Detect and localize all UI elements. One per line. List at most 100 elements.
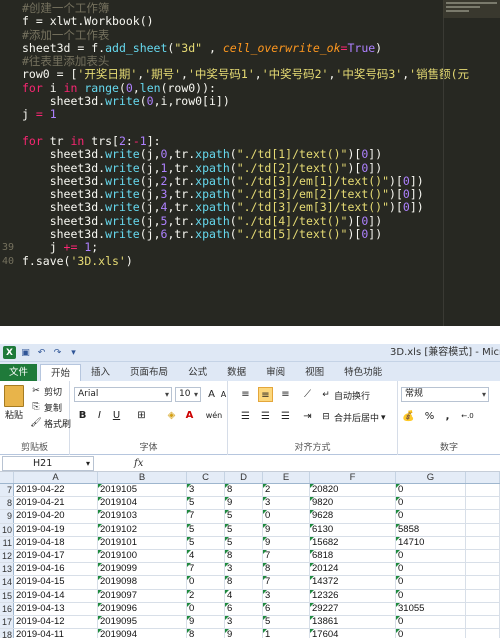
row-header[interactable]: 10 xyxy=(0,523,14,536)
column-header[interactable]: G xyxy=(396,472,466,483)
cell[interactable]: 2019097 xyxy=(98,589,187,602)
cell[interactable]: 2019-04-11 xyxy=(14,629,98,638)
cell[interactable]: 0 xyxy=(396,629,466,638)
cell[interactable]: 29227 xyxy=(310,602,396,615)
tab-view[interactable]: 视图 xyxy=(295,364,334,381)
cell[interactable]: 12326 xyxy=(310,589,396,602)
cell[interactable]: 9 xyxy=(225,629,263,638)
cell[interactable]: 2019099 xyxy=(98,563,187,576)
cell[interactable]: 0 xyxy=(396,615,466,629)
cell[interactable]: 2019-04-16 xyxy=(14,563,98,576)
cell[interactable]: 2019-04-18 xyxy=(14,536,98,549)
phonetic-button[interactable]: wén xyxy=(204,408,224,423)
align-center-button[interactable]: ☰ xyxy=(258,409,273,424)
cell[interactable]: 9 xyxy=(225,497,263,510)
customize-toolbar-icon[interactable]: ▾ xyxy=(67,346,80,359)
align-middle-button[interactable]: ≡ xyxy=(258,387,273,402)
cell[interactable] xyxy=(466,602,500,615)
cell[interactable]: 3 xyxy=(187,484,225,497)
cell[interactable]: 2019100 xyxy=(98,549,187,563)
italic-button[interactable]: I xyxy=(92,408,107,423)
font-size-select[interactable]: 10 xyxy=(175,387,201,402)
select-all-corner[interactable] xyxy=(0,472,14,483)
cell[interactable]: 8 xyxy=(225,576,263,589)
name-box[interactable]: H21 xyxy=(2,455,94,471)
cell[interactable]: 2019105 xyxy=(98,484,187,497)
cell[interactable]: 2019-04-17 xyxy=(14,549,98,563)
save-icon[interactable]: ▣ xyxy=(19,346,32,359)
cell[interactable]: 9 xyxy=(263,523,310,536)
cell[interactable]: 2019-04-13 xyxy=(14,602,98,615)
tab-review[interactable]: 审阅 xyxy=(256,364,295,381)
column-header[interactable]: A xyxy=(14,472,98,483)
merge-center-button[interactable]: ⊟ 合并后居中 ▾ xyxy=(320,411,385,424)
cell[interactable]: 14372 xyxy=(310,576,396,589)
tab-insert[interactable]: 插入 xyxy=(81,364,120,381)
cell[interactable]: 2019096 xyxy=(98,602,187,615)
align-left-button[interactable]: ☰ xyxy=(238,409,253,424)
cell[interactable] xyxy=(466,523,500,536)
cell[interactable]: 0 xyxy=(396,576,466,589)
cell[interactable]: 2019-04-21 xyxy=(14,497,98,510)
cell[interactable]: 6 xyxy=(225,602,263,615)
cell[interactable]: 5 xyxy=(187,523,225,536)
cell[interactable]: 2019-04-19 xyxy=(14,523,98,536)
row-header[interactable]: 9 xyxy=(0,510,14,523)
cell[interactable]: 3 xyxy=(263,497,310,510)
cell[interactable]: 8 xyxy=(187,629,225,638)
cell[interactable] xyxy=(466,576,500,589)
cell[interactable]: 5 xyxy=(225,523,263,536)
cell[interactable]: 0 xyxy=(396,589,466,602)
row-header[interactable]: 11 xyxy=(0,536,14,549)
row-header[interactable]: 7 xyxy=(0,484,14,497)
tab-formulas[interactable]: 公式 xyxy=(178,364,217,381)
percent-button[interactable]: % xyxy=(422,409,437,424)
redo-icon[interactable]: ↷ xyxy=(51,346,64,359)
comma-button[interactable]: , xyxy=(440,409,455,424)
cell[interactable] xyxy=(466,589,500,602)
cell[interactable]: 5 xyxy=(263,615,310,629)
cell[interactable]: 0 xyxy=(396,563,466,576)
row-header[interactable]: 14 xyxy=(0,576,14,589)
row-header[interactable]: 12 xyxy=(0,549,14,563)
spreadsheet-grid[interactable]: A B C D E F G 7 2019-04-22 2019105 3 8 2 20820… xyxy=(0,472,500,638)
cell[interactable]: 2019101 xyxy=(98,536,187,549)
align-top-button[interactable]: ≡ xyxy=(238,387,253,402)
tab-home[interactable]: 开始 xyxy=(40,364,82,381)
row-header[interactable]: 8 xyxy=(0,497,14,510)
font-name-select[interactable]: Arial xyxy=(74,387,172,402)
cell[interactable]: 20820 xyxy=(310,484,396,497)
row-header[interactable]: 15 xyxy=(0,589,14,602)
cell[interactable]: 9 xyxy=(263,536,310,549)
cell[interactable]: 20124 xyxy=(310,563,396,576)
align-right-button[interactable]: ☰ xyxy=(278,409,293,424)
cell[interactable]: 5 xyxy=(225,536,263,549)
border-button[interactable]: ⊞ xyxy=(134,408,149,423)
cell[interactable]: 17604 xyxy=(310,629,396,638)
row-header[interactable]: 13 xyxy=(0,563,14,576)
cell[interactable]: 9820 xyxy=(310,497,396,510)
cut-button[interactable]: ✂ 剪切 xyxy=(30,385,62,398)
cell[interactable]: 2019-04-14 xyxy=(14,589,98,602)
cell[interactable]: 9 xyxy=(187,615,225,629)
cell[interactable]: 2019-04-15 xyxy=(14,576,98,589)
cell[interactable]: 8 xyxy=(225,549,263,563)
cell[interactable] xyxy=(466,497,500,510)
code-editor[interactable]: 39 40 #创建一个工作簿 f = xlwt.Workbook() #添加一个工作表… xyxy=(0,0,500,326)
cell[interactable]: 5 xyxy=(225,510,263,523)
cell[interactable]: 15682 xyxy=(310,536,396,549)
cell[interactable]: 31055 xyxy=(396,602,466,615)
column-header[interactable]: D xyxy=(225,472,263,483)
cell[interactable]: 8 xyxy=(225,484,263,497)
cell[interactable]: 0 xyxy=(263,510,310,523)
row-header[interactable]: 17 xyxy=(0,615,14,629)
tab-data[interactable]: 数据 xyxy=(217,364,256,381)
font-color-button[interactable]: A xyxy=(182,408,197,423)
cell[interactable]: 5 xyxy=(187,536,225,549)
cell[interactable]: 7 xyxy=(187,510,225,523)
cell[interactable]: 2019-04-22 xyxy=(14,484,98,497)
number-format-select[interactable]: 常规 xyxy=(401,387,489,402)
cell[interactable] xyxy=(466,563,500,576)
tab-features[interactable]: 特色功能 xyxy=(334,364,392,381)
cell[interactable]: 0 xyxy=(187,602,225,615)
